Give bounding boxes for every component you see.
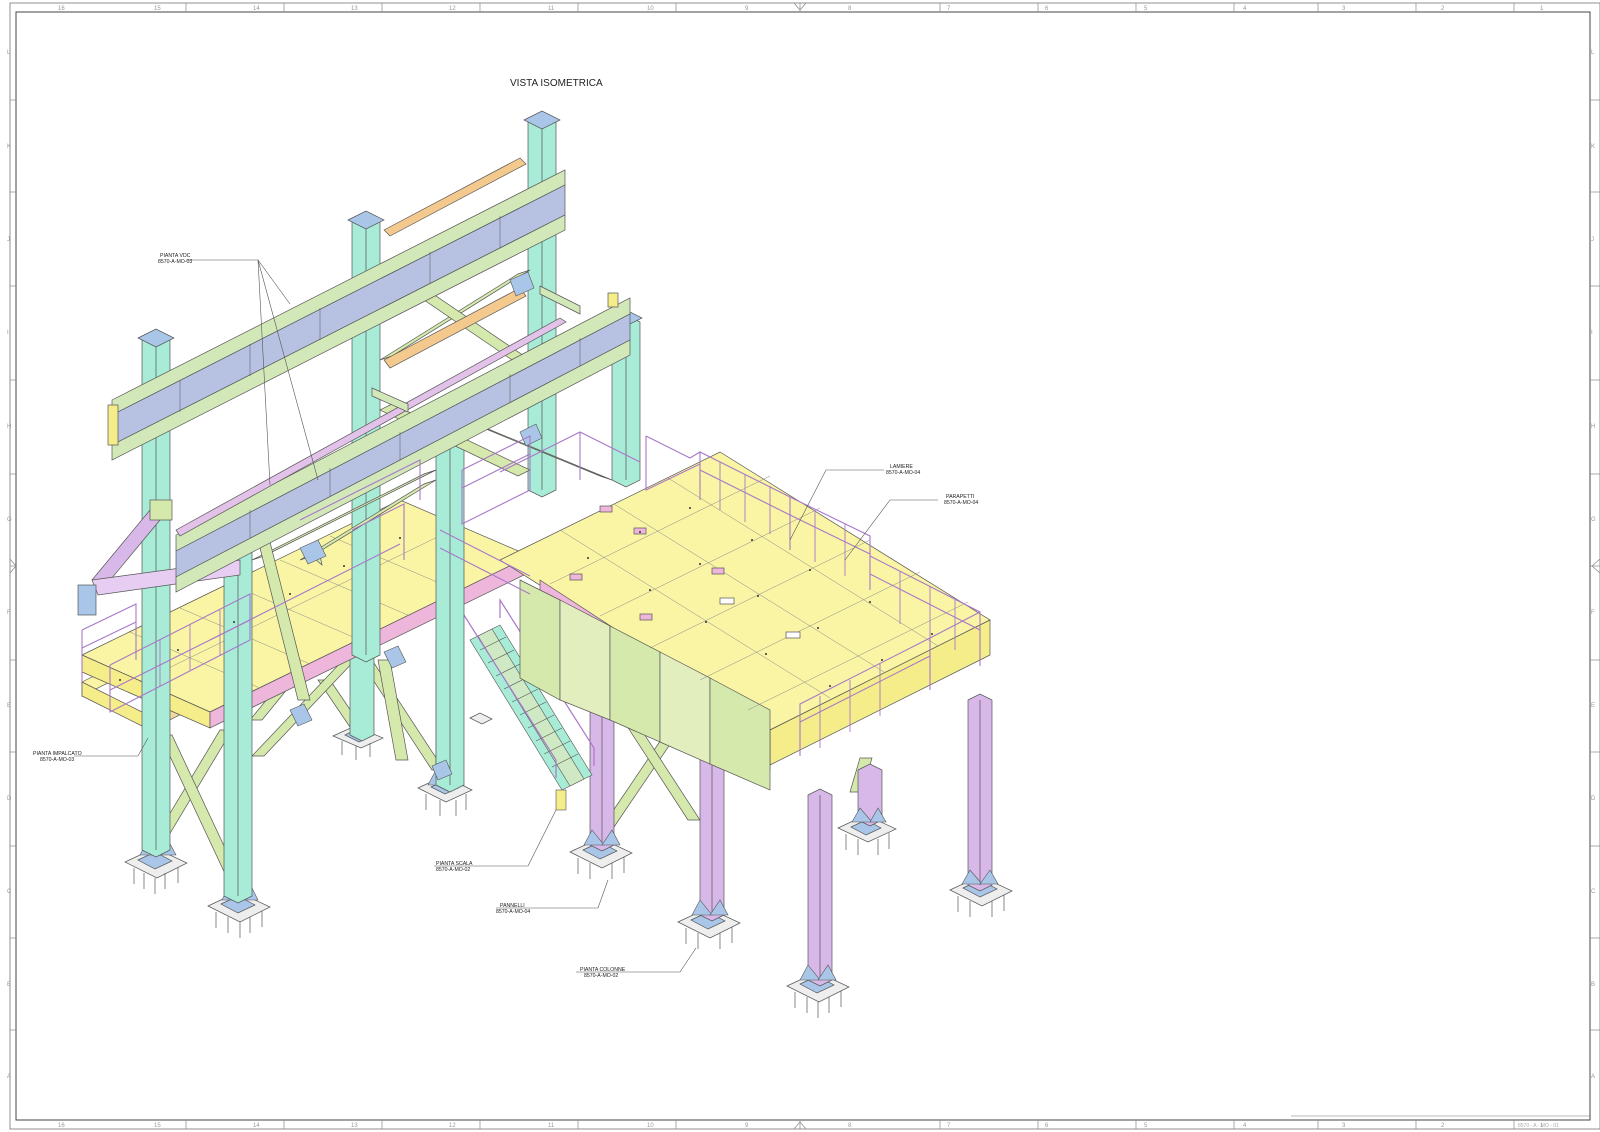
zone-label: B bbox=[1591, 982, 1595, 988]
zone-label: 13 bbox=[351, 6, 358, 12]
zone-label: 11 bbox=[548, 6, 555, 12]
callout-pianta-impalcato: PIANTA IMPALCATO 8570-A-MO-03 bbox=[33, 751, 82, 763]
zone-label: F bbox=[1591, 610, 1595, 616]
zone-label: H bbox=[1591, 424, 1595, 430]
zone-label: 3 bbox=[1342, 6, 1346, 12]
callout-lamiere: LAMIERE 8570-A-MO-04 bbox=[886, 464, 920, 476]
zone-label: 4 bbox=[1243, 6, 1247, 12]
callout-ref: 8570-A-MO-02 bbox=[584, 973, 618, 979]
zone-label: F bbox=[7, 610, 11, 616]
zone-label: I bbox=[1591, 330, 1593, 336]
callout-ref: 8570-A-MO-02 bbox=[436, 867, 470, 873]
zone-label: C bbox=[7, 889, 12, 895]
zone-label: 14 bbox=[253, 6, 260, 12]
callout-ref: 8570-A-MO-03 bbox=[40, 757, 74, 763]
zone-label: B bbox=[7, 982, 11, 988]
zone-label: G bbox=[1591, 517, 1596, 523]
zone-label: 2 bbox=[1441, 6, 1445, 12]
zone-label: 7 bbox=[947, 1123, 951, 1129]
zone-label: D bbox=[7, 796, 12, 802]
callout-pianta-scala: PIANTA SCALA 8570-A-MO-02 bbox=[436, 861, 473, 873]
callout-pannelli: PANNELLI 8570-A-MO-04 bbox=[496, 903, 530, 915]
zone-label: 8 bbox=[848, 1123, 852, 1129]
zone-label: 11 bbox=[548, 1123, 555, 1129]
zone-label: C bbox=[1591, 889, 1596, 895]
zone-label: 10 bbox=[647, 6, 654, 12]
zone-label: K bbox=[7, 144, 11, 150]
zone-label: 15 bbox=[154, 6, 161, 12]
base-plate bbox=[469, 712, 493, 725]
zone-label: L bbox=[1591, 50, 1595, 56]
zone-label: 1 bbox=[1540, 6, 1544, 12]
zone-label: K bbox=[1591, 144, 1595, 150]
row-zone-labels-left: L K J I H G F E D C B A bbox=[7, 50, 12, 1080]
callout-ref: 8570-A-MO-03 bbox=[158, 259, 192, 265]
zone-label: 7 bbox=[947, 6, 951, 12]
zone-label: I bbox=[7, 330, 9, 336]
zone-label: 8 bbox=[848, 6, 852, 12]
drawing-code: 8570 - A - MO - 01 bbox=[1518, 1123, 1559, 1129]
zone-label: 9 bbox=[745, 6, 749, 12]
callout-ref: 8570-A-MO-04 bbox=[496, 909, 530, 915]
callout-ref: 8570-A-MO-04 bbox=[944, 500, 978, 506]
zone-label: 16 bbox=[58, 6, 65, 12]
zone-label: 6 bbox=[1045, 6, 1049, 12]
title-text: VISTA ISOMETRICA bbox=[510, 78, 603, 89]
zone-label: A bbox=[7, 1074, 11, 1080]
zone-label: H bbox=[7, 424, 11, 430]
zone-label: 16 bbox=[58, 1123, 65, 1129]
callout-pianta-vdc: PIANTA VDC 8570-A-MO-03 bbox=[158, 253, 192, 265]
zone-label: 14 bbox=[253, 1123, 260, 1129]
callout-parapetti: PARAPETTI 8570-A-MO-04 bbox=[944, 494, 978, 506]
zone-label: 4 bbox=[1243, 1123, 1247, 1129]
zone-label: 2 bbox=[1441, 1123, 1445, 1129]
callout-ref: 8570-A-MO-04 bbox=[886, 470, 920, 476]
callout-pianta-colonne: PIANTA COLONNE 8570-A-MO-02 bbox=[580, 967, 626, 979]
drawing-title: VISTA ISOMETRICA bbox=[510, 78, 603, 89]
zone-label: 5 bbox=[1144, 6, 1148, 12]
zone-label: 12 bbox=[449, 1123, 456, 1129]
zone-label: J bbox=[7, 237, 10, 243]
zone-label: 12 bbox=[449, 6, 456, 12]
zone-label: E bbox=[7, 703, 11, 709]
zone-label: 9 bbox=[745, 1123, 749, 1129]
zone-label: 6 bbox=[1045, 1123, 1049, 1129]
zone-label: 13 bbox=[351, 1123, 358, 1129]
zone-label: 3 bbox=[1342, 1123, 1346, 1129]
zone-label: D bbox=[1591, 796, 1596, 802]
zone-label: 10 bbox=[647, 1123, 654, 1129]
zone-label: J bbox=[1591, 237, 1594, 243]
zone-label: E bbox=[1591, 703, 1595, 709]
zone-label: 15 bbox=[154, 1123, 161, 1129]
zone-label: A bbox=[1591, 1074, 1595, 1080]
zone-label: G bbox=[7, 517, 12, 523]
column-zone-labels-bottom: 16 15 14 13 12 11 10 9 8 7 6 5 4 3 2 1 bbox=[58, 1123, 1544, 1129]
drawing-code-block: 8570 - A - MO - 01 bbox=[1518, 1123, 1559, 1129]
drawing-sheet: 16 15 14 13 12 11 10 9 8 7 6 5 4 3 2 1 1… bbox=[7, 2, 1600, 1130]
zone-label: 5 bbox=[1144, 1123, 1148, 1129]
